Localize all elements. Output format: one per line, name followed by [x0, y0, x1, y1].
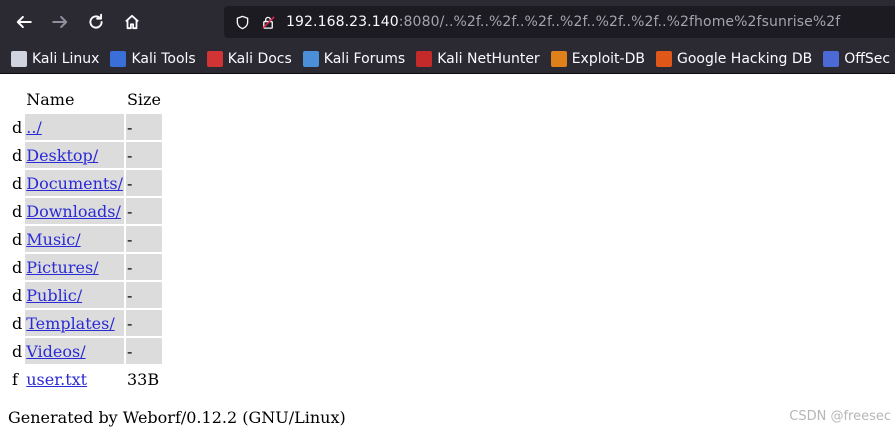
address-bar[interactable]: 192.168.23.140:8080/..%2f..%2f..%2f..%2f… [224, 6, 895, 38]
entry-name-cell: Music/ [25, 226, 124, 252]
offsec-icon [823, 50, 840, 67]
entry-type: d [12, 201, 23, 221]
forward-button[interactable] [46, 8, 74, 36]
url-text: 192.168.23.140:8080/..%2f..%2f..%2f..%2f… [286, 14, 840, 30]
entry-type: d [12, 173, 23, 193]
bookmark-item[interactable]: OffSec [823, 50, 891, 67]
home-icon [125, 14, 139, 30]
google-hacking-db-icon [655, 50, 672, 67]
entry-link[interactable]: Desktop/ [26, 146, 98, 165]
table-row: d Downloads/- [10, 198, 162, 224]
entry-type: d [12, 341, 23, 361]
entry-size: - [125, 170, 162, 196]
table-header-row: Name Size [10, 86, 162, 112]
name-column-header: Name [26, 89, 75, 109]
entry-type: d [12, 145, 23, 165]
kali-docs-icon [206, 50, 223, 67]
insecure-lock-icon[interactable] [260, 14, 276, 30]
directory-listing: Name Size d ../- d Desktop/- d Documents/- d Do… [8, 84, 164, 394]
entry-link[interactable]: ../ [26, 118, 42, 137]
bookmark-label: Kali Forums [323, 50, 406, 67]
bookmark-item[interactable]: Kali Linux [11, 50, 100, 67]
table-row: f user.txt 33B [10, 366, 162, 392]
entry-type: d [12, 313, 23, 333]
kali-nethunter-icon [416, 50, 433, 67]
kali-forums-icon [302, 50, 319, 67]
entry-type: d [12, 117, 23, 137]
table-row: d Desktop/ - [10, 142, 162, 168]
entry-name-cell: user.txt [25, 366, 124, 392]
entry-link[interactable]: Pictures/ [26, 258, 98, 277]
forward-arrow-icon [52, 15, 68, 29]
entry-name-cell: Templates/ [25, 310, 124, 336]
entry-size: 33B [126, 369, 160, 389]
watermark: CSDN @freesec [789, 409, 891, 424]
entry-type: d [12, 285, 23, 305]
bookmark-label: Kali Linux [32, 50, 100, 67]
shield-icon[interactable] [234, 14, 250, 30]
table-row: d Templates/- [10, 310, 162, 336]
bookmark-label: Exploit-DB [571, 50, 645, 67]
bookmark-item[interactable]: Exploit-DB [550, 50, 645, 67]
entry-name-cell: Pictures/ [25, 254, 124, 280]
entry-type: d [12, 257, 23, 277]
table-row: d ../ - [10, 114, 162, 140]
home-button[interactable] [118, 8, 146, 36]
browser-toolbar: 192.168.23.140:8080/..%2f..%2f..%2f..%2f… [0, 0, 895, 44]
bookmark-label: Kali Docs [227, 50, 292, 67]
entry-name-cell: Public/ [25, 282, 124, 308]
entry-name-cell: Downloads/ [25, 198, 124, 224]
kali-linux-icon [11, 50, 27, 67]
entry-name-cell: Videos/ [25, 338, 124, 364]
file-table: Name Size d ../- d Desktop/- d Documents/- d Do… [8, 84, 164, 394]
entry-link[interactable]: Music/ [26, 230, 80, 249]
entry-link[interactable]: Videos/ [26, 342, 85, 361]
bookmark-label: Kali NetHunter [437, 50, 540, 67]
entry-type: d [12, 229, 23, 249]
entry-type: f [12, 369, 18, 389]
entry-size: - [125, 282, 162, 308]
bookmark-label: OffSec [844, 50, 891, 67]
back-arrow-icon [16, 15, 32, 29]
entry-name-cell: Desktop/ [25, 142, 124, 168]
entry-size: - [125, 310, 162, 336]
table-row: d Music/ - [10, 226, 162, 252]
bookmark-item[interactable]: Kali Docs [206, 50, 292, 67]
entry-size: - [125, 226, 162, 252]
table-row: d Pictures/ - [10, 254, 162, 280]
type-column-header [10, 86, 23, 112]
table-row: d Public/ - [10, 282, 162, 308]
entry-link[interactable]: Downloads/ [26, 202, 121, 221]
kali-tools-icon [110, 50, 127, 67]
table-row: d Videos/ - [10, 338, 162, 364]
bookmark-item[interactable]: Kali NetHunter [416, 50, 540, 67]
exploit-db-icon [550, 50, 567, 67]
bookmark-item[interactable]: Google Hacking DB [655, 50, 813, 67]
reload-icon [89, 13, 103, 29]
bookmark-item[interactable]: Kali Tools [110, 50, 196, 67]
url-host: 192.168.23.140 [286, 14, 399, 30]
bookmark-label: Kali Tools [131, 50, 196, 67]
table-row: d Documents/- [10, 170, 162, 196]
url-path: :8080/..%2f..%2f..%2f..%2f..%2f..%2f..%2… [398, 14, 841, 30]
entry-name-cell: ../ [25, 114, 124, 140]
entry-link[interactable]: Documents/ [26, 174, 123, 193]
bookmark-item[interactable]: Kali Forums [302, 50, 406, 67]
entry-link[interactable]: Public/ [26, 286, 82, 305]
entry-size: - [125, 198, 162, 224]
reload-button[interactable] [82, 8, 110, 36]
entry-link[interactable]: Templates/ [26, 314, 114, 333]
bookmarks-bar: Kali Linux Kali Tools Kali Docs Kali Forums… [0, 44, 895, 74]
entry-size: - [125, 338, 162, 364]
bookmark-label: Google Hacking DB [676, 50, 813, 67]
entry-size: - [125, 142, 162, 168]
size-column-header: Size [126, 89, 161, 109]
server-footer: Generated by Weborf/0.12.2 (GNU/Linux) [8, 408, 346, 427]
entry-name-cell: Documents/ [25, 170, 124, 196]
back-button[interactable] [10, 8, 38, 36]
entry-size: - [125, 254, 162, 280]
entry-size: - [125, 114, 162, 140]
entry-link[interactable]: user.txt [26, 370, 87, 389]
